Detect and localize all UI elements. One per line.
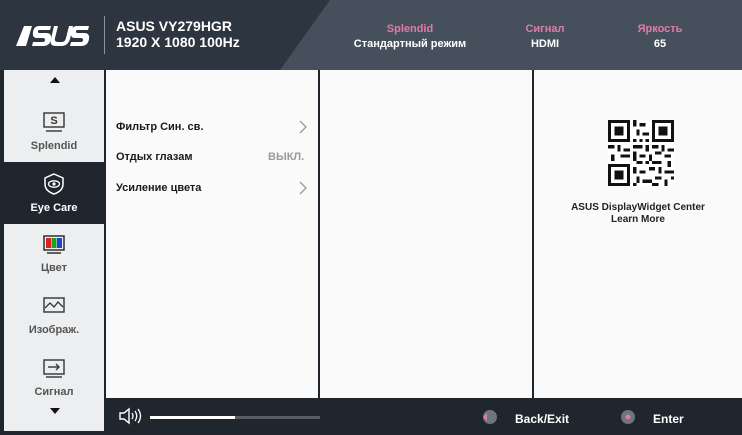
sidebar-item-splendid[interactable]: S Splendid xyxy=(4,100,104,162)
status-splendid: Splendid Стандартный режим xyxy=(330,22,490,52)
joystick-press-icon xyxy=(621,410,635,424)
menu-item-rest-reminder[interactable]: Отдых глазам xyxy=(116,151,192,163)
promo-title: ASUS DisplayWidget Center xyxy=(571,202,705,213)
displaywidget-promo: ASUS DisplayWidget Center Learn More xyxy=(534,202,742,226)
splendid-icon: S xyxy=(43,112,65,132)
sidebar-label-image: Изображ. xyxy=(28,324,80,336)
sidebar-item-color[interactable]: Цвет xyxy=(4,222,104,284)
enter-label[interactable]: Enter xyxy=(653,412,684,426)
splendid-key: Splendid xyxy=(386,23,434,35)
menu-item-color-augmentation[interactable]: Усиление цвета xyxy=(116,182,201,194)
signal-value: HDMI xyxy=(530,38,560,50)
brightness-value: 65 xyxy=(653,38,667,50)
options-panel xyxy=(320,70,532,398)
scroll-down-arrow-icon[interactable] xyxy=(50,408,60,414)
status-signal: Сигнал HDMI xyxy=(505,22,585,52)
volume-icon xyxy=(119,407,142,425)
back-exit-label[interactable]: Back/Exit xyxy=(515,412,569,426)
sidebar-item-image[interactable]: Изображ. xyxy=(4,284,104,346)
input-icon xyxy=(43,359,65,378)
model-name: ASUS VY279HGR xyxy=(116,18,232,34)
qr-code[interactable] xyxy=(608,120,674,186)
sidebar-item-eye-care[interactable]: Eye Care xyxy=(4,162,104,224)
rest-reminder-value: ВЫКЛ. xyxy=(268,151,305,163)
logo-divider xyxy=(104,16,105,54)
sidebar-label-color: Цвет xyxy=(40,262,67,274)
volume-slider[interactable] xyxy=(150,416,320,419)
color-icon xyxy=(43,235,65,254)
image-icon xyxy=(43,297,65,313)
brightness-key: Яркость xyxy=(637,23,683,35)
promo-learn-more[interactable]: Learn More xyxy=(534,214,742,226)
sidebar-label-input: Сигнал xyxy=(34,386,74,398)
sidebar-item-input[interactable]: Сигнал xyxy=(4,346,104,408)
scroll-up-arrow-icon[interactable] xyxy=(50,77,60,83)
eye-icon xyxy=(44,173,64,195)
menu-item-blue-light-filter[interactable]: Фильтр Син. св. xyxy=(116,121,204,133)
submenu-panel xyxy=(106,70,318,398)
sidebar-label-splendid: Splendid xyxy=(30,140,78,152)
signal-key: Сигнал xyxy=(525,23,565,35)
volume-slider-fill xyxy=(150,416,235,419)
joystick-left-icon xyxy=(483,410,497,424)
status-brightness: Яркость 65 xyxy=(620,22,700,52)
sidebar-label-eye-care: Eye Care xyxy=(30,202,78,214)
svg-text:S: S xyxy=(50,115,57,127)
model-info: ASUS VY279HGR 1920 X 1080 100Hz xyxy=(116,18,240,50)
model-resolution: 1920 X 1080 100Hz xyxy=(116,34,240,50)
splendid-value: Стандартный режим xyxy=(353,38,467,50)
asus-logo xyxy=(16,26,90,46)
chevron-right-icon xyxy=(299,181,307,195)
chevron-right-icon xyxy=(299,120,307,134)
